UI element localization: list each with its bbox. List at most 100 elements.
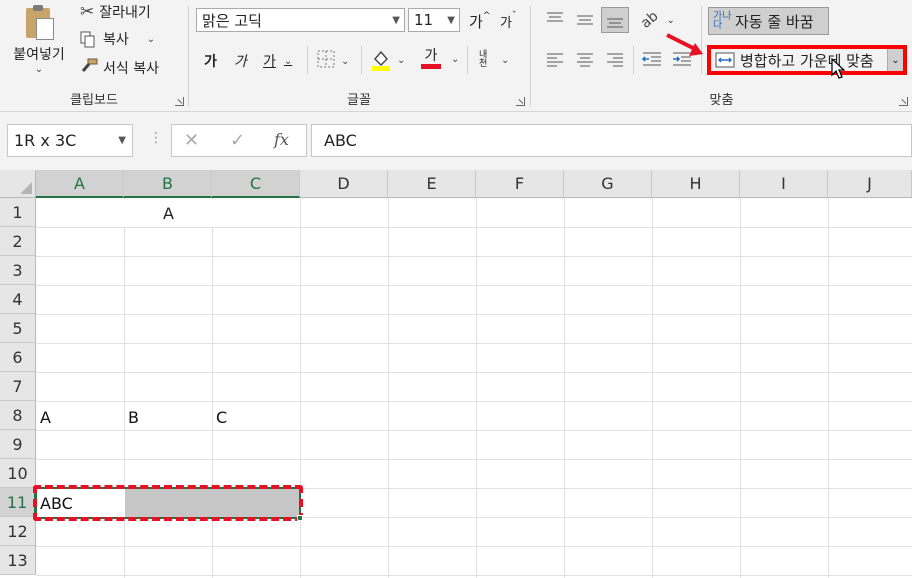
name-box-dropdown-icon[interactable]: ▼ — [118, 135, 126, 146]
scissors-icon: ✂ — [80, 2, 95, 22]
increase-font-size-button[interactable]: 가 ^ — [469, 10, 490, 32]
row-header-1[interactable]: 1 — [0, 198, 36, 227]
gridline-horizontal — [36, 459, 912, 460]
font-color-swatch — [421, 64, 441, 69]
row-header-4[interactable]: 4 — [0, 285, 36, 314]
font-divider — [307, 46, 308, 74]
wrap-text-button[interactable]: 가나 다 자동 줄 바꿈 — [708, 7, 829, 35]
paint-bucket-icon — [371, 49, 391, 71]
gridline-vertical — [652, 198, 653, 578]
clipboard-group: 붙여넣기 ⌄ ✂ 잘라내기 복사 ⌄ 서식 복사 클립보드 — [0, 0, 188, 112]
font-size-dropdown-icon[interactable]: ▼ — [447, 15, 455, 26]
copy-marquee — [33, 485, 303, 521]
alignment-launcher-icon[interactable] — [899, 97, 908, 106]
bold-button[interactable]: 가 — [204, 51, 217, 71]
align-left-button[interactable] — [545, 50, 565, 68]
phonetic-dropdown-icon[interactable]: ⌄ — [501, 55, 509, 66]
font-name-combo[interactable]: 맑은 고딕 ▼ — [196, 8, 405, 32]
font-divider-3 — [467, 46, 468, 74]
cancel-icon[interactable]: ✕ — [184, 130, 199, 151]
font-launcher-icon[interactable] — [516, 97, 525, 106]
underline-button[interactable]: 가 ⌄ — [263, 51, 292, 71]
decrease-font-size-button[interactable]: 가ˇ — [500, 10, 516, 32]
copy-dropdown-icon[interactable]: ⌄ — [147, 34, 155, 45]
column-header-a[interactable]: A — [36, 170, 124, 198]
worksheet-grid[interactable]: ABCDEFGHIJ 1 2 3 4 5 6 7 8 9 10 11 12 13 A A B C ABC — [0, 170, 912, 578]
copy-button[interactable]: 복사 ⌄ — [80, 29, 155, 49]
column-header-g[interactable]: G — [564, 170, 652, 198]
fill-handle[interactable] — [297, 515, 303, 521]
row-header-7[interactable]: 7 — [0, 372, 36, 401]
decrease-indent-button[interactable] — [641, 50, 663, 68]
align-left-icon — [547, 53, 563, 67]
format-painter-button[interactable]: 서식 복사 — [80, 58, 159, 78]
formula-bar: 1R x 3C ▼ ⋮ ✕ ✓ fx ABC — [0, 112, 912, 170]
gridline-horizontal — [36, 401, 912, 402]
font-color-button[interactable]: 가 — [421, 48, 441, 72]
phonetic-guide-button[interactable]: 내천 ⌄ — [479, 48, 509, 72]
cell-a8[interactable]: A — [40, 408, 51, 427]
column-header-d[interactable]: D — [300, 170, 388, 198]
name-box[interactable]: 1R x 3C ▼ — [7, 124, 133, 157]
gridline-horizontal — [36, 314, 912, 315]
cell-c8[interactable]: C — [216, 408, 227, 427]
column-header-j[interactable]: J — [828, 170, 912, 198]
row-header-6[interactable]: 6 — [0, 343, 36, 372]
font-color-dropdown-icon[interactable]: ⌄ — [451, 54, 459, 65]
column-header-h[interactable]: H — [652, 170, 740, 198]
mouse-cursor-icon — [831, 58, 845, 79]
cut-button[interactable]: ✂ 잘라내기 — [80, 2, 151, 22]
bottom-align-button[interactable] — [601, 7, 629, 33]
column-header-c[interactable]: C — [212, 170, 300, 198]
paste-dropdown-icon[interactable]: ⌄ — [35, 64, 43, 75]
paste-button[interactable]: 붙여넣기 ⌄ — [6, 2, 72, 84]
formula-tools: ✕ ✓ fx — [171, 124, 307, 157]
merge-center-button[interactable]: 병합하고 가운데 맞춤 ⌄ — [707, 45, 907, 75]
row-header-13[interactable]: 13 — [0, 546, 36, 575]
font-name-dropdown-icon[interactable]: ▼ — [392, 15, 400, 26]
underline-dropdown-icon[interactable]: ⌄ — [284, 56, 292, 67]
row-header-9[interactable]: 9 — [0, 430, 36, 459]
font-color-icon: 가 — [424, 48, 438, 64]
row-header-3[interactable]: 3 — [0, 256, 36, 285]
borders-button[interactable]: ⌄ — [317, 50, 349, 72]
enter-icon[interactable]: ✓ — [230, 130, 245, 151]
top-align-button[interactable] — [545, 10, 565, 28]
row-header-10[interactable]: 10 — [0, 459, 36, 488]
column-header-i[interactable]: I — [740, 170, 828, 198]
orientation-button[interactable]: ab ⌄ — [638, 8, 675, 31]
orientation-dropdown-icon[interactable]: ⌄ — [666, 15, 674, 26]
bold-icon: 가 — [204, 54, 217, 70]
align-right-button[interactable] — [605, 50, 625, 68]
column-header-e[interactable]: E — [388, 170, 476, 198]
formula-input[interactable]: ABC — [311, 124, 912, 157]
font-size-combo[interactable]: 11 ▼ — [408, 8, 460, 32]
row-header-2[interactable]: 2 — [0, 227, 36, 256]
fill-color-button[interactable]: ⌄ — [371, 48, 405, 72]
row-header-11[interactable]: 11 — [0, 488, 36, 517]
merged-cell-a1-c1[interactable]: A — [37, 199, 300, 227]
borders-dropdown-icon[interactable]: ⌄ — [341, 56, 349, 67]
merge-dropdown-area[interactable]: ⌄ — [887, 49, 903, 71]
column-header-b[interactable]: B — [124, 170, 212, 198]
align-center-button[interactable] — [575, 50, 595, 68]
row-header-8[interactable]: 8 — [0, 401, 36, 430]
alignment-group: ab ⌄ 가나 다 자동 줄 바꿈 병합하고 가운데 맞춤 ⌄ 맞춤 — [531, 0, 912, 112]
row-header-5[interactable]: 5 — [0, 314, 36, 343]
gridline-horizontal — [36, 372, 912, 373]
name-box-value: 1R x 3C — [14, 131, 77, 150]
italic-button[interactable]: 가 — [234, 51, 247, 71]
gridline-horizontal — [36, 575, 912, 576]
insert-function-icon[interactable]: fx — [274, 130, 289, 149]
row-header-12[interactable]: 12 — [0, 517, 36, 546]
fill-color-dropdown-icon[interactable]: ⌄ — [397, 55, 405, 66]
cell-b8[interactable]: B — [128, 408, 139, 427]
merge-cells-icon — [715, 52, 735, 68]
paintbrush-icon — [80, 58, 98, 78]
select-all-corner[interactable] — [0, 170, 36, 198]
column-header-f[interactable]: F — [476, 170, 564, 198]
clipboard-launcher-icon[interactable] — [175, 97, 184, 106]
ribbon-home: 붙여넣기 ⌄ ✂ 잘라내기 복사 ⌄ 서식 복사 클립보드 맑은 고딕 ▼ 11… — [0, 0, 912, 112]
copy-icon — [80, 31, 95, 48]
middle-align-button[interactable] — [575, 10, 595, 28]
